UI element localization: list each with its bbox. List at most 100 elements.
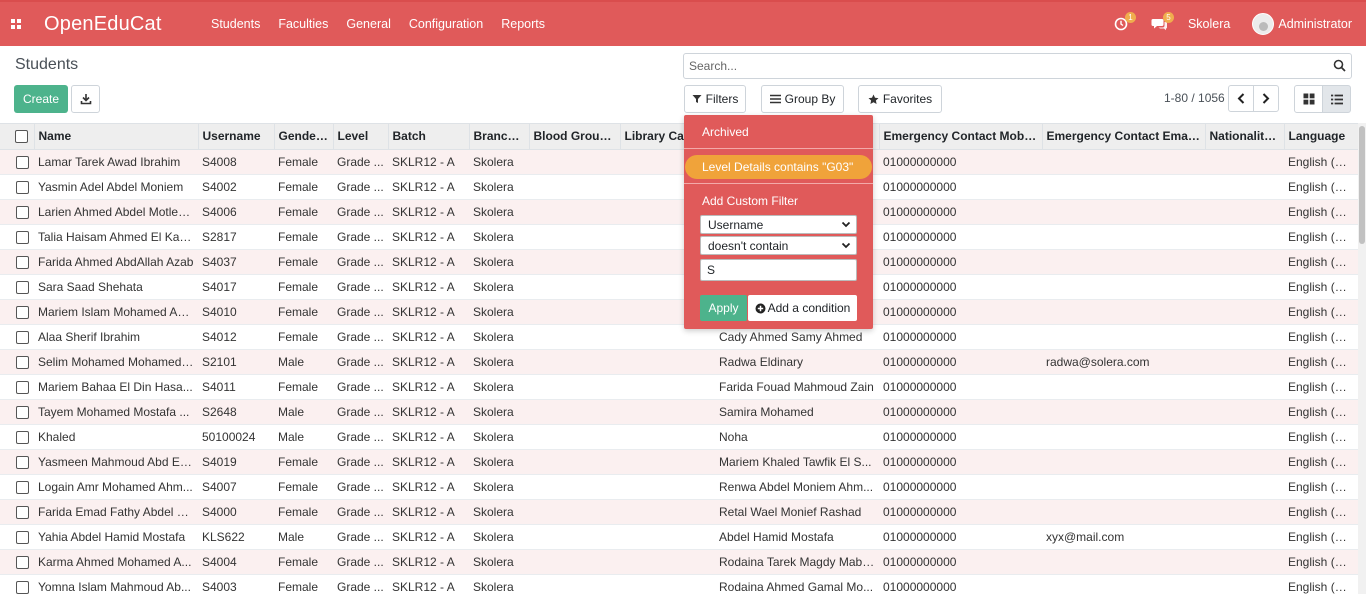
column-header[interactable]: Gender... <box>274 124 334 150</box>
table-cell: English (US) <box>1284 199 1358 225</box>
table-cell: 01000000000 <box>879 374 1042 400</box>
pager-previous-button[interactable] <box>1228 85 1254 112</box>
table-cell <box>1205 449 1284 475</box>
row-checkbox[interactable] <box>0 174 34 200</box>
column-header[interactable]: Level <box>333 124 389 150</box>
table-row[interactable]: Sara Saad Shehata S4017 Female Grade ... SKL… <box>0 274 1358 300</box>
row-checkbox[interactable] <box>0 274 34 300</box>
column-header[interactable]: Username <box>198 124 275 150</box>
menu-faculties[interactable]: Faculties <box>269 17 337 31</box>
row-checkbox[interactable] <box>0 474 34 500</box>
table-cell <box>1205 524 1284 550</box>
table-row[interactable]: Yasmin Adel Abdel Moniem S4002 Female Grade… <box>0 174 1358 200</box>
user-menu[interactable]: Administrator <box>1278 17 1352 31</box>
table-row[interactable]: Tayem Mohamed Mostafa ... S2648 Male Grade … <box>0 399 1358 425</box>
table-row[interactable]: Mariem Islam Mohamed Ah... S4010 Female Gra… <box>0 299 1358 325</box>
row-checkbox[interactable] <box>0 349 34 375</box>
column-header[interactable]: Emergency Contact Emai... <box>1042 124 1206 150</box>
table-row[interactable]: Talia Haisam Ahmed El Kab... S2817 Female G… <box>0 224 1358 250</box>
custom-filter-operator-select[interactable]: doesn't contain <box>700 236 857 255</box>
column-header-branch[interactable]: Branch <box>469 124 530 150</box>
table-row[interactable]: Farida Ahmed AbdAllah Azab S4037 Female Gra… <box>0 249 1358 275</box>
table-cell <box>529 149 620 175</box>
apps-menu-icon[interactable] <box>0 1 32 47</box>
list-view-button[interactable] <box>1322 85 1351 113</box>
table-cell <box>1042 249 1205 275</box>
table-cell: English (US) <box>1284 424 1358 450</box>
column-header[interactable]: Language <box>1284 124 1358 150</box>
menu-configuration[interactable]: Configuration <box>400 17 492 31</box>
table-cell: Farida Fouad Mahmoud Zain <box>715 374 879 400</box>
table-cell: English (US) <box>1284 449 1358 475</box>
table-row[interactable]: Selim Mohamed Mohamed ... S2101 Male Grade … <box>0 349 1358 375</box>
messages-chat-icon[interactable]: 5 <box>1144 12 1174 34</box>
table-row[interactable]: Khaled 50100024 Male Grade ... SKLR12 - A Sko… <box>0 424 1358 450</box>
table-cell: Rodaina Tarek Magdy Mabr... <box>715 549 879 575</box>
user-avatar[interactable] <box>1252 13 1275 35</box>
add-custom-filter-title[interactable]: Add Custom Filter <box>702 194 798 208</box>
table-cell: Khaled <box>34 424 198 450</box>
pager-next-button[interactable] <box>1253 85 1279 112</box>
add-condition-button[interactable]: Add a condition <box>748 295 857 321</box>
row-checkbox[interactable] <box>0 524 34 550</box>
company-switcher[interactable]: Skolera <box>1188 17 1230 31</box>
table-cell: Skolera <box>469 449 529 475</box>
table-row[interactable]: Logain Amr Mohamed Ahm... S4007 Female Grad… <box>0 474 1358 500</box>
filters-button[interactable]: Filters <box>684 85 746 113</box>
row-checkbox[interactable] <box>0 199 34 225</box>
column-header[interactable]: Emergency Contact Mobil... <box>879 124 1043 150</box>
table-cell <box>1042 424 1205 450</box>
table-row[interactable]: Karma Ahmed Mohamed A... S4004 Female Grade… <box>0 549 1358 575</box>
table-cell: Grade ... <box>333 324 388 350</box>
custom-filter-value-input[interactable]: S <box>700 259 857 281</box>
table-row[interactable]: Yahia Abdel Hamid Mostafa KLS622 Male Grade… <box>0 524 1358 550</box>
menu-general[interactable]: General <box>337 17 399 31</box>
table-row[interactable]: Farida Emad Fathy Abdel H... S4000 Female G… <box>0 499 1358 525</box>
row-checkbox[interactable] <box>0 424 34 450</box>
select-all-checkbox[interactable] <box>0 124 35 150</box>
active-filter-level-details[interactable]: Level Details contains "G03" <box>685 155 872 179</box>
create-button[interactable]: Create <box>14 85 68 113</box>
favorites-button[interactable]: Favorites <box>858 85 942 113</box>
search-icon[interactable] <box>1333 59 1346 72</box>
brand-name[interactable]: OpenEduCat <box>44 13 192 36</box>
column-header[interactable]: Nationality... <box>1205 124 1285 150</box>
list-scrollbar-thumb[interactable] <box>1359 126 1365 244</box>
table-row[interactable]: Yasmeen Mahmoud Abd El-... S4019 Female Gra… <box>0 449 1358 475</box>
table-cell: 01000000000 <box>879 574 1042 594</box>
row-checkbox[interactable] <box>0 449 34 475</box>
menu-reports[interactable]: Reports <box>492 17 554 31</box>
table-row[interactable]: Yomna Islam Mahmoud Ab... S4003 Female Grad… <box>0 574 1358 594</box>
table-cell: Abdel Hamid Mostafa <box>715 524 879 550</box>
column-header[interactable]: Batch <box>388 124 470 150</box>
archived-filter[interactable]: Archived <box>702 125 749 139</box>
table-cell: Skolera <box>469 149 529 175</box>
row-checkbox[interactable] <box>0 574 34 594</box>
table-cell: Grade ... <box>333 374 388 400</box>
table-row[interactable]: Larien Ahmed Abdel Motleb... S4006 Female G… <box>0 199 1358 225</box>
row-checkbox[interactable] <box>0 299 34 325</box>
custom-filter-field-select[interactable]: Username <box>700 215 857 234</box>
table-row[interactable]: Lamar Tarek Awad Ibrahim S4008 Female Grade… <box>0 149 1358 175</box>
group-by-button[interactable]: Group By <box>761 85 844 113</box>
download-button[interactable] <box>71 85 100 113</box>
row-checkbox[interactable] <box>0 549 34 575</box>
column-header[interactable]: Name <box>34 124 199 150</box>
search-input[interactable] <box>689 59 1309 73</box>
row-checkbox[interactable] <box>0 224 34 250</box>
table-row[interactable]: Alaa Sherif Ibrahim S4012 Female Grade ... S… <box>0 324 1358 350</box>
kanban-view-button[interactable] <box>1294 85 1323 113</box>
menu-students[interactable]: Students <box>202 17 269 31</box>
apply-filter-button[interactable]: Apply <box>700 295 747 321</box>
table-row[interactable]: Mariem Bahaa El Din Hasa... S4011 Female Gr… <box>0 374 1358 400</box>
row-checkbox[interactable] <box>0 499 34 525</box>
pager-value[interactable]: 1-80 / 1056 <box>1164 91 1225 105</box>
row-checkbox[interactable] <box>0 374 34 400</box>
row-checkbox[interactable] <box>0 149 34 175</box>
column-header[interactable]: Blood Group... <box>529 124 621 150</box>
row-checkbox[interactable] <box>0 324 34 350</box>
row-checkbox[interactable] <box>0 249 34 275</box>
row-checkbox[interactable] <box>0 399 34 425</box>
activity-clock-icon[interactable]: 1 <box>1106 12 1136 34</box>
table-cell: Female <box>274 149 333 175</box>
